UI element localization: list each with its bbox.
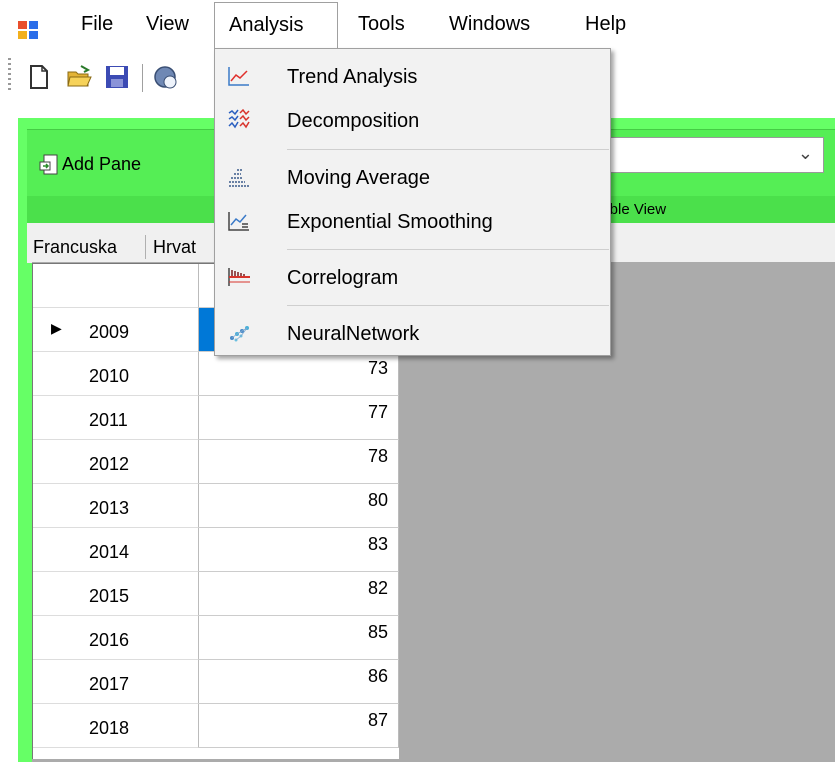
menu-item-neural-network[interactable]: NeuralNetwork: [215, 311, 610, 355]
trend-chart-icon: [228, 67, 249, 86]
row-year: 2017: [89, 674, 130, 694]
row-header[interactable]: 2010: [33, 352, 199, 396]
table-row: 2010 73: [33, 352, 399, 396]
row-year: 2009: [89, 322, 130, 342]
analysis-menu: Trend Analysis Decomposition Moving Aver…: [214, 48, 611, 356]
row-year: 2014: [89, 542, 130, 562]
row-header[interactable]: 2013: [33, 484, 199, 528]
variable-combo[interactable]: ⌄: [598, 137, 824, 173]
value-cell[interactable]: 87: [199, 704, 399, 748]
tab-francuska[interactable]: Francuska: [27, 233, 123, 261]
cell-value: 86: [367, 666, 388, 686]
row-header[interactable]: 2018: [33, 704, 199, 748]
menu-item-label: Correlogram: [287, 267, 399, 289]
menu-analysis[interactable]: Analysis: [214, 2, 338, 49]
chevron-down-icon[interactable]: ⌄: [798, 143, 813, 164]
menu-windows[interactable]: Windows: [449, 0, 530, 48]
menu-view[interactable]: View: [146, 0, 189, 48]
open-folder-icon[interactable]: [66, 64, 92, 90]
cell-value: 87: [367, 710, 388, 730]
cell-value: 78: [367, 446, 388, 466]
row-year: 2011: [89, 410, 128, 430]
table-row: 2011 77: [33, 396, 399, 440]
cell-value: 80: [367, 490, 388, 510]
row-year: 2012: [89, 454, 130, 474]
menu-item-trend-analysis[interactable]: Trend Analysis: [215, 54, 610, 98]
cell-value: 77: [367, 402, 388, 422]
exponential-smoothing-icon: [228, 212, 249, 231]
decomposition-icon: [228, 109, 250, 129]
row-header[interactable]: 2017: [33, 660, 199, 704]
row-year: 2016: [89, 630, 130, 650]
corner-cell[interactable]: [33, 264, 199, 308]
menu-item-label: Trend Analysis: [287, 66, 418, 88]
cell-value: 83: [367, 534, 388, 554]
table-row: 2015 82: [33, 572, 399, 616]
correlogram-icon: [228, 268, 250, 286]
row-year: 2015: [89, 586, 130, 606]
row-header[interactable]: 2016: [33, 616, 199, 660]
row-header[interactable]: 2011: [33, 396, 199, 440]
toolbar-separator: [142, 64, 143, 92]
toolbar-grip[interactable]: [8, 58, 11, 92]
menu-separator: [287, 249, 609, 250]
add-pane-icon: [39, 154, 58, 175]
add-pane-button[interactable]: Add Pane: [39, 148, 141, 180]
add-pane-label: Add Pane: [62, 154, 142, 174]
new-document-icon[interactable]: [26, 64, 52, 90]
row-header[interactable]: ▶ 2009: [33, 308, 199, 352]
value-cell[interactable]: 78: [199, 440, 399, 484]
table-row: 2018 87: [33, 704, 399, 748]
neural-network-icon: [230, 326, 249, 342]
row-header[interactable]: 2015: [33, 572, 199, 616]
value-cell[interactable]: 85: [199, 616, 399, 660]
cell-value: 85: [367, 622, 388, 642]
globe-help-icon[interactable]: [152, 64, 178, 90]
table-row: 2016 85: [33, 616, 399, 660]
row-header[interactable]: 2012: [33, 440, 199, 484]
table-row: 2012 78: [33, 440, 399, 484]
menu-item-decomposition[interactable]: Decomposition: [215, 98, 610, 142]
menu-tools[interactable]: Tools: [358, 0, 405, 48]
value-cell[interactable]: 82: [199, 572, 399, 616]
tab-separator: [145, 235, 146, 259]
value-cell[interactable]: 73: [199, 352, 399, 396]
menu-separator: [287, 305, 609, 306]
tab-hrvat[interactable]: Hrvat: [147, 233, 202, 261]
value-cell[interactable]: 77: [199, 396, 399, 440]
value-cell[interactable]: 83: [199, 528, 399, 572]
menu-item-correlogram[interactable]: Correlogram: [215, 255, 610, 299]
table-row: 2014 83: [33, 528, 399, 572]
row-year: 2010: [89, 366, 130, 386]
value-cell[interactable]: 86: [199, 660, 399, 704]
menu-item-label: Moving Average: [287, 167, 431, 189]
table-row: 2013 80: [33, 484, 399, 528]
cell-value: 73: [367, 358, 388, 378]
current-row-pointer-icon: ▶: [51, 320, 62, 336]
cell-value: 82: [367, 578, 388, 598]
menu-bar: File View Analysis Tools Windows Help: [0, 0, 835, 49]
menu-separator: [287, 149, 609, 150]
save-disk-icon[interactable]: [104, 64, 130, 90]
menu-item-label: Exponential Smoothing: [287, 211, 493, 233]
menu-help[interactable]: Help: [585, 0, 626, 48]
menu-item-exponential-smoothing[interactable]: Exponential Smoothing: [215, 199, 610, 243]
menu-item-moving-average[interactable]: Moving Average: [215, 155, 610, 199]
row-year: 2013: [89, 498, 130, 518]
row-year: 2018: [89, 718, 130, 738]
row-header[interactable]: 2014: [33, 528, 199, 572]
moving-average-icon: [229, 169, 249, 187]
app-icon[interactable]: [18, 21, 39, 40]
menu-item-label: NeuralNetwork: [287, 323, 420, 345]
menu-item-label: Decomposition: [287, 110, 420, 132]
value-cell[interactable]: 80: [199, 484, 399, 528]
menu-file[interactable]: File: [81, 0, 113, 48]
table-row: 2017 86: [33, 660, 399, 704]
